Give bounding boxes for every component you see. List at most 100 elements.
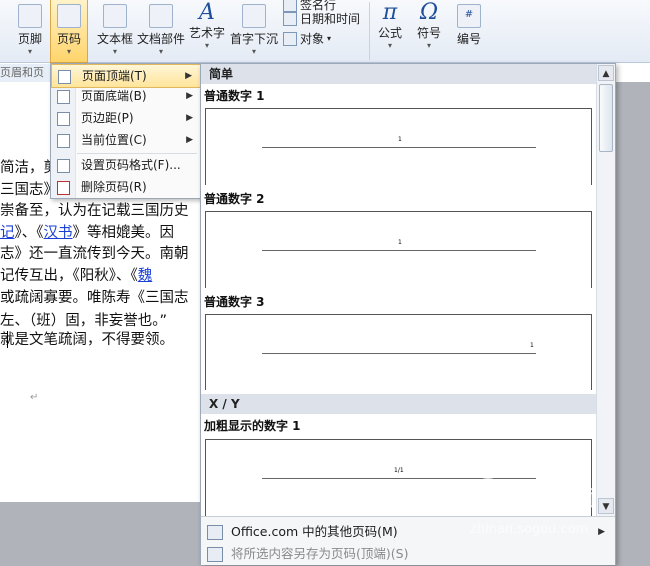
document-link[interactable]: 魏 — [138, 268, 153, 284]
quick-parts-icon — [149, 4, 173, 28]
document-line: 记》、《汉书》等相媲美。因 — [0, 221, 174, 242]
ribbon: 页脚 ▾ 页码 ▾ 文本框 ▾ 文档部件 ▾ A 艺术字 ▾ 首字下沉 ▾ 签名… — [0, 0, 650, 63]
more-page-numbers-label: Office.com 中的其他页码(M) — [231, 524, 398, 539]
section-header-xy: X / Y — [201, 394, 604, 414]
paragraph-mark: ↵ — [30, 392, 39, 403]
header-line — [262, 147, 536, 148]
scroll-down-icon[interactable]: ▼ — [598, 498, 614, 514]
calendar-icon — [283, 11, 297, 26]
object-icon — [283, 31, 297, 46]
date-time-label: 日期和时间 — [300, 12, 361, 26]
document-line: 记传互出，《阳秋》、《魏 — [0, 264, 152, 285]
submenu-arrow-icon: ▶ — [186, 135, 193, 145]
document-text-run: 志》还一直流传到今天。南朝 — [0, 246, 189, 262]
submenu-arrow-icon: ▶ — [186, 91, 193, 101]
page-number-preview: 1 — [398, 239, 402, 246]
symbol-label: 符号 — [416, 26, 441, 40]
document-line: 或疏阔寡要。唯陈寿《三国志 — [0, 286, 189, 307]
numbering-icon: # — [457, 4, 481, 28]
footer-label: 页脚 — [17, 32, 42, 46]
current-position-icon — [57, 134, 70, 148]
chevron-down-icon: ▾ — [27, 47, 32, 56]
header-line — [262, 250, 536, 251]
save-selection-as-page-number[interactable]: 将所选内容另存为页码(顶端)(S) — [201, 543, 615, 565]
wordart-label: 艺术字 — [188, 26, 225, 40]
document-line: 志》还一直流传到今天。南朝 — [0, 242, 189, 263]
page-number-label: 页码 — [56, 32, 81, 46]
remove-page-number-icon — [57, 181, 70, 195]
document-text-run: 或疏阔寡要。唯陈寿《三国志 — [0, 290, 189, 306]
chevron-down-icon: ▾ — [158, 47, 163, 56]
page-number-button[interactable]: 页码 ▾ — [50, 0, 88, 63]
pi-icon: π — [382, 0, 398, 25]
quick-parts-label: 文档部件 — [136, 32, 185, 46]
text-box-button[interactable]: 文本框 ▾ — [94, 0, 136, 62]
document-text-run: 》、《 — [14, 225, 44, 241]
watermark-url: zhinan.sogou.com — [470, 522, 589, 537]
wordart-button[interactable]: A 艺术字 ▾ — [186, 0, 228, 62]
gallery-item-plain-number-2[interactable]: 1 — [205, 211, 592, 288]
menu-item-label: 设置页码格式(F)... — [81, 158, 181, 172]
menu-item-format-page-number[interactable]: 设置页码格式(F)... — [51, 154, 201, 176]
symbol-button[interactable]: Ω 符号 ▾ — [412, 0, 446, 62]
menu-item-label: 页面顶端(T) — [82, 69, 147, 83]
scroll-thumb[interactable] — [599, 84, 613, 152]
document-text-run: 记传互出，《阳秋》、《 — [0, 268, 138, 284]
menu-item-remove-page-number[interactable]: 删除页码(R) — [51, 176, 201, 198]
gallery-item-title: 普通数字 1 — [204, 89, 265, 103]
document-text-run: 崇备至，认为在记载三国历史 — [0, 203, 189, 219]
object-button[interactable]: 对象 ▾ — [283, 30, 331, 47]
wordart-icon: A — [199, 0, 215, 25]
menu-item-label: 页面底端(B) — [81, 89, 147, 103]
drop-cap-icon — [242, 4, 266, 28]
chevron-down-icon: ▾ — [66, 47, 71, 56]
chevron-down-icon: ▾ — [204, 41, 209, 50]
menu-item-label: 删除页码(R) — [81, 180, 147, 194]
chevron-down-icon: ▾ — [387, 41, 392, 50]
submenu-arrow-icon: ▶ — [598, 527, 605, 537]
drop-cap-label: 首字下沉 — [229, 32, 278, 46]
drop-cap-button[interactable]: 首字下沉 ▾ — [228, 0, 280, 62]
header-line — [262, 353, 536, 354]
equation-button[interactable]: π 公式 ▾ — [374, 0, 406, 62]
page-number-preview: 1 — [398, 136, 402, 143]
document-line: 崇备至，认为在记载三国历史 — [0, 199, 189, 220]
page-number-menu: 页面顶端(T) ▶ 页面底端(B) ▶ 页边距(P) ▶ 当前位置(C) ▶ 设… — [50, 63, 202, 199]
menu-item-page-margin[interactable]: 页边距(P) ▶ — [51, 107, 201, 129]
gallery-item-plain-number-3[interactable]: 1 — [205, 314, 592, 390]
gallery-item-title: 普通数字 2 — [204, 192, 265, 206]
menu-item-page-bottom[interactable]: 页面底端(B) ▶ — [51, 85, 201, 107]
save-selection-icon — [207, 547, 223, 562]
submenu-arrow-icon: ▶ — [185, 71, 192, 81]
chevron-down-icon: ▾ — [426, 41, 431, 50]
document-link[interactable]: 记 — [0, 225, 15, 241]
date-time-button[interactable]: 日期和时间 — [283, 10, 360, 27]
watermark-text: 搜狗指南 — [508, 486, 597, 511]
chevron-down-icon: ▾ — [112, 47, 117, 56]
document-link[interactable]: 汉书 — [44, 225, 73, 241]
chevron-down-icon: ▾ — [251, 47, 256, 56]
watermark-logo — [470, 478, 506, 514]
object-label: 对象 — [300, 32, 325, 46]
numbering-label: 编号 — [456, 32, 481, 46]
chevron-down-icon: ▾ — [327, 34, 332, 43]
gallery-scrollbar[interactable]: ▲ ▼ — [596, 64, 615, 516]
save-selection-label: 将所选内容另存为页码(顶端)(S) — [231, 546, 409, 561]
menu-item-label: 当前位置(C) — [81, 133, 147, 147]
page-margin-icon — [57, 112, 70, 126]
page-number-icon — [57, 4, 81, 28]
footer-button[interactable]: 页脚 ▾ — [14, 0, 46, 62]
menu-item-current-position[interactable]: 当前位置(C) ▶ — [51, 129, 201, 151]
document-text-run: 》等相媲美。因 — [72, 225, 175, 241]
scroll-up-icon[interactable]: ▲ — [598, 65, 614, 81]
submenu-arrow-icon: ▶ — [186, 113, 193, 123]
text-box-icon — [103, 4, 127, 28]
quick-parts-button[interactable]: 文档部件 ▾ — [136, 0, 186, 62]
numbering-button[interactable]: # 编号 — [452, 0, 486, 62]
group-divider — [369, 2, 370, 60]
section-header-simple: 简单 — [201, 64, 604, 84]
gallery-item-plain-number-1[interactable]: 1 — [205, 108, 592, 185]
format-page-number-icon — [57, 159, 70, 173]
page-number-preview: 1/1 — [394, 467, 404, 474]
page-bottom-icon — [57, 90, 70, 104]
